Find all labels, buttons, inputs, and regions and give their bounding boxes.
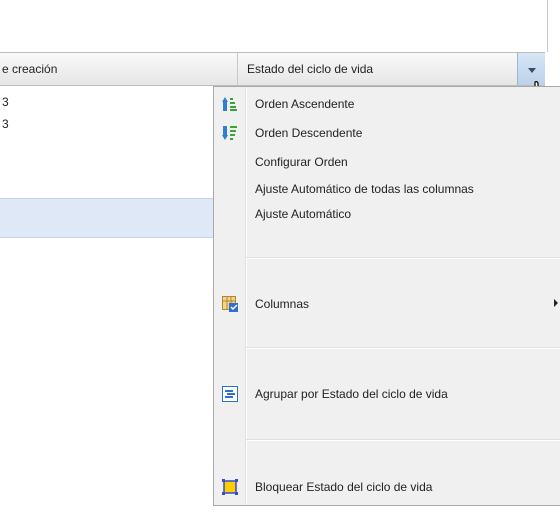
panel-divider — [547, 0, 548, 52]
menu-item-label: Configurar Orden — [255, 155, 348, 169]
menu-item-label: Bloquear Estado del ciclo de vida — [255, 480, 433, 494]
menu-item-label: Orden Ascendente — [255, 97, 355, 111]
sort-descending-icon — [222, 126, 237, 140]
menu-item-label: Ajuste Automático de todas las columnas — [255, 182, 474, 196]
column-header-label: e creación — [2, 62, 58, 76]
table-row[interactable]: 3 — [0, 113, 213, 135]
column-context-menu: Orden Ascendente Orden Descendente Confi… — [213, 86, 560, 506]
sort-ascending-icon — [222, 97, 237, 111]
columns-icon — [222, 296, 238, 312]
menu-separator — [246, 347, 560, 349]
selected-table-row[interactable] — [0, 198, 213, 238]
column-header-lifecycle-state[interactable]: Estado del ciclo de vida — [237, 53, 545, 85]
menu-item-label: Agrupar por Estado del ciclo de vida — [255, 387, 448, 401]
grid-header: e creación Estado del ciclo de vida — [0, 52, 545, 86]
cell-creation-date: 3 — [2, 117, 9, 131]
menu-item-label: Ajuste Automático — [255, 207, 352, 221]
menu-item-sort-ascending[interactable]: Orden Ascendente — [214, 93, 560, 115]
column-header-creation-date[interactable]: e creación — [0, 53, 237, 85]
menu-separator — [246, 439, 560, 441]
column-header-label: Estado del ciclo de vida — [247, 62, 374, 76]
menu-item-group-by[interactable]: Agrupar por Estado del ciclo de vida — [214, 383, 560, 405]
menu-item-columns[interactable]: Columnas — [214, 293, 560, 315]
chevron-right-icon — [554, 299, 558, 307]
toolbar-area — [0, 0, 560, 52]
group-by-icon — [222, 386, 238, 402]
menu-separator — [246, 257, 560, 259]
menu-item-lock-column[interactable]: Bloquear Estado del ciclo de vida — [214, 476, 560, 498]
cell-creation-date: 3 — [2, 95, 9, 109]
menu-item-sort-descending[interactable]: Orden Descendente — [214, 122, 560, 144]
menu-item-label: Orden Descendente — [255, 126, 363, 140]
table-row[interactable]: 3 — [0, 91, 213, 113]
lock-column-icon — [222, 479, 238, 495]
menu-item-autofit[interactable]: Ajuste Automático — [214, 203, 560, 225]
menu-item-autofit-all-columns[interactable]: Ajuste Automático de todas las columnas — [214, 178, 560, 200]
menu-item-label: Columnas — [255, 297, 310, 311]
menu-item-configure-sort[interactable]: Configurar Orden — [214, 151, 560, 173]
chevron-down-icon — [528, 68, 536, 73]
